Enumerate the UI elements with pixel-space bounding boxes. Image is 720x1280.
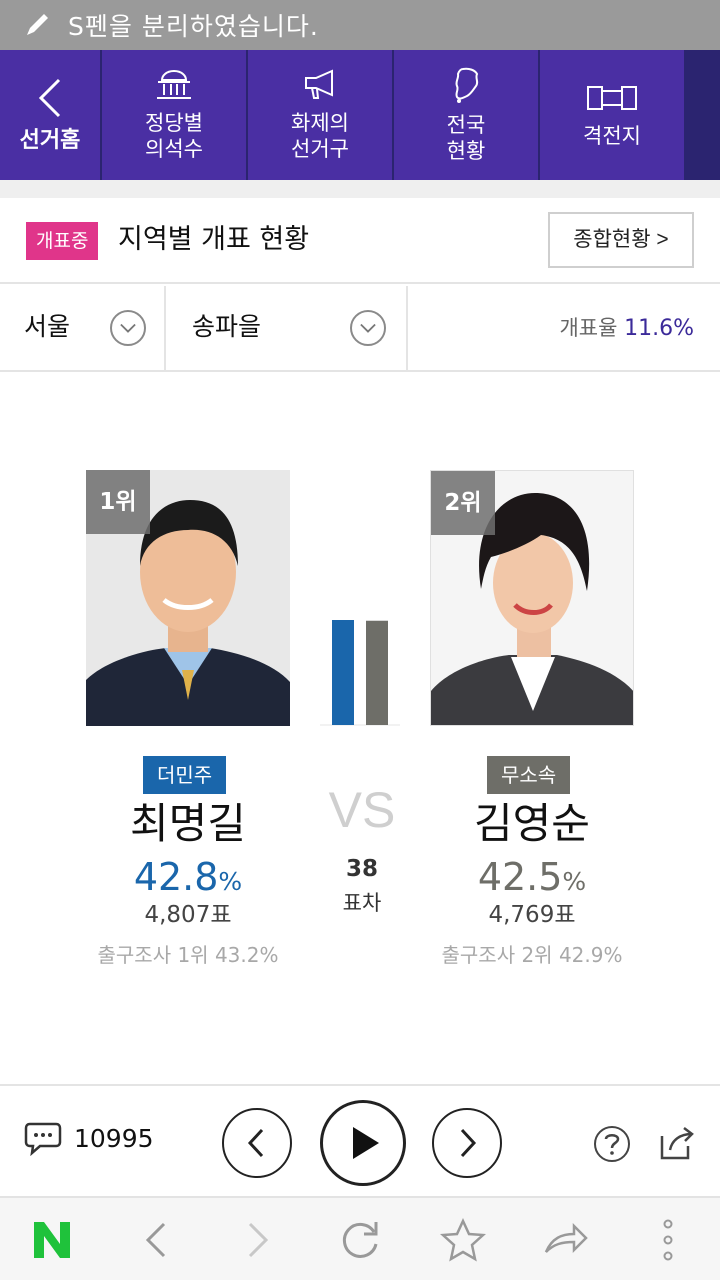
next-button[interactable] — [432, 1108, 502, 1178]
top-navigation: 선거홈 정당별 의석수 화제의 선거구 전국 현황 격전지 — [0, 50, 720, 180]
candidate-2-photo: 2위 — [430, 470, 634, 726]
play-button[interactable] — [320, 1100, 406, 1186]
nav-nationwide[interactable]: 전국 현황 — [394, 50, 540, 180]
chevron-left-icon — [247, 1128, 264, 1158]
vote-bar-1 — [332, 620, 354, 725]
playback-controls: 10995 — [0, 1084, 720, 1194]
nav-hot-districts-line2: 선거구 — [291, 137, 349, 161]
share-arrow-icon[interactable] — [542, 1218, 590, 1262]
candidate-2-votes: 4,769표 — [488, 902, 576, 928]
nav-battlegrounds[interactable]: 격전지 — [540, 50, 686, 180]
naver-logo-icon[interactable] — [30, 1218, 74, 1262]
help-icon[interactable] — [592, 1124, 632, 1164]
nav-nationwide-line2: 현황 — [446, 139, 486, 163]
district-selector-row: 서울 송파을 개표율 11.6% — [0, 286, 720, 372]
status-message: S펜을 분리하였습니다. — [68, 12, 319, 41]
district-value: 송파을 — [192, 312, 262, 341]
nav-home-label: 선거홈 — [19, 128, 81, 153]
chevron-down-icon — [350, 310, 386, 346]
vote-bars — [320, 620, 400, 726]
play-icon — [353, 1127, 379, 1159]
nav-party-seats-line2: 의석수 — [145, 137, 203, 161]
count-rate-unit: % — [673, 316, 694, 341]
comments-button[interactable]: 10995 — [24, 1120, 154, 1156]
candidate-2-name: 김영순 — [474, 799, 590, 848]
candidate-2-party-badge: 무소속 — [487, 756, 571, 794]
candidate-1-exit-poll: 출구조사 1위 43.2% — [97, 943, 279, 967]
comment-icon — [24, 1122, 62, 1156]
pen-icon — [27, 14, 48, 35]
candidate-1-percent-unit: % — [218, 867, 243, 896]
candidate-2-percent-unit: % — [562, 867, 587, 896]
district-dropdown[interactable]: 송파을 — [166, 286, 408, 370]
nav-party-seats-line1: 정당별 — [145, 111, 203, 135]
chevron-right-icon — [460, 1128, 477, 1158]
live-count-badge: 개표중 — [26, 222, 99, 260]
refresh-icon[interactable] — [338, 1218, 382, 1262]
candidate-2-exit-poll: 출구조사 2위 42.9% — [441, 943, 623, 967]
summary-button[interactable]: 종합현황 > — [548, 212, 694, 268]
results-header: 개표중 지역별 개표 현황 종합현황 > — [0, 198, 720, 284]
vote-margin-number: 38 — [345, 856, 378, 882]
map-icon — [455, 67, 479, 103]
candidate-1-name: 최명길 — [130, 799, 246, 848]
nav-nationwide-line1: 전국 — [446, 113, 486, 137]
divider — [0, 180, 720, 198]
back-chevron-icon — [38, 78, 61, 118]
bookmark-star-icon[interactable] — [440, 1218, 486, 1262]
rank-badge: 2위 — [431, 471, 495, 535]
browser-toolbar — [0, 1196, 720, 1280]
back-icon[interactable] — [138, 1218, 174, 1262]
count-rate-label: 개표율 — [559, 316, 618, 340]
nav-battlegrounds-label: 격전지 — [583, 124, 641, 148]
battle-icon — [587, 86, 637, 110]
vote-margin-label: 표차 — [342, 891, 382, 915]
building-icon — [157, 69, 191, 99]
region-value: 서울 — [24, 312, 71, 341]
previous-button[interactable] — [222, 1108, 292, 1178]
share-icon[interactable] — [658, 1124, 696, 1162]
page-title: 지역별 개표 현황 — [118, 224, 310, 255]
candidate-1-photo: 1위 — [86, 470, 290, 726]
rank-badge: 1위 — [86, 470, 150, 534]
nav-spacer — [686, 50, 720, 180]
megaphone-icon — [305, 69, 333, 99]
candidate-1-party-badge: 더민주 — [143, 756, 227, 794]
nav-home-button[interactable]: 선거홈 — [0, 50, 102, 180]
vs-label: VS — [328, 782, 396, 838]
vote-bar-2 — [366, 620, 388, 725]
candidate-1-percent-value: 42.8 — [133, 855, 219, 899]
count-rate-value: 11.6 — [624, 316, 674, 341]
more-menu-icon[interactable] — [656, 1218, 680, 1262]
nav-hot-districts-line1: 화제의 — [291, 111, 349, 135]
candidate-2-percent-value: 42.5 — [477, 855, 563, 899]
comment-count: 10995 — [74, 1123, 154, 1153]
candidate-1-votes: 4,807표 — [144, 902, 232, 928]
count-rate: 개표율 11.6% — [559, 312, 694, 345]
chevron-down-icon — [110, 310, 146, 346]
nav-hot-districts[interactable]: 화제의 선거구 — [248, 50, 394, 180]
nav-party-seats[interactable]: 정당별 의석수 — [102, 50, 248, 180]
region-dropdown[interactable]: 서울 — [0, 286, 166, 370]
status-bar: S펜을 분리하였습니다. — [0, 0, 720, 50]
forward-icon[interactable] — [240, 1218, 276, 1262]
